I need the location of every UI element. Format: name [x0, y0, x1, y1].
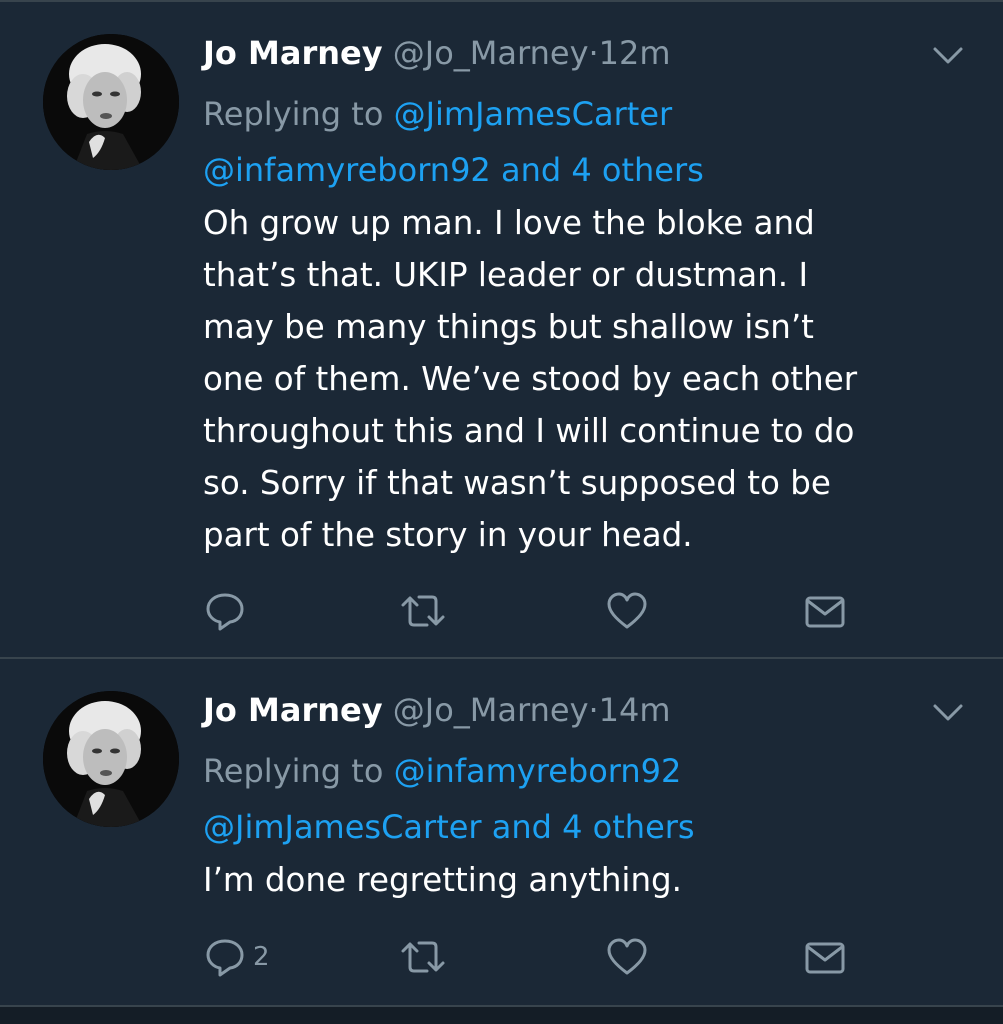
mention-link[interactable]: @infamyreborn92 — [394, 752, 682, 790]
display-name[interactable]: Jo Marney — [203, 691, 383, 729]
avatar[interactable] — [43, 34, 179, 170]
timestamp[interactable]: 14m — [599, 691, 671, 729]
timestamp[interactable]: 12m — [599, 34, 671, 72]
display-name[interactable]: Jo Marney — [203, 34, 383, 72]
tweet-actions: 2 — [203, 933, 863, 981]
tweet-text: I’m done regretting anything. — [203, 854, 973, 906]
replying-to: Replying to @JimJamesCarter @infamyrebor… — [203, 86, 704, 198]
tweet-actions — [203, 587, 863, 635]
mention-link[interactable]: @JimJamesCarter — [394, 95, 673, 133]
user-handle[interactable]: @Jo_Marney — [393, 34, 589, 72]
retweet-button[interactable] — [399, 587, 447, 635]
tweet-divider — [0, 1005, 1003, 1007]
replying-to-label: Replying to — [203, 95, 384, 133]
dm-icon — [805, 596, 845, 628]
mention-link[interactable]: @JimJamesCarter — [203, 808, 482, 846]
tweet-text-line: Oh grow up man. I love the bloke and — [203, 204, 815, 242]
like-icon — [607, 592, 647, 629]
tweet-text-line: that’s that. UKIP leader or dustman. I — [203, 256, 809, 294]
tweet-text-line: throughout this and I will continue to d… — [203, 412, 855, 450]
avatar-image — [43, 34, 179, 170]
and-label[interactable]: and — [501, 151, 561, 189]
tweet-header: Jo Marney @Jo_Marney·12m — [203, 30, 671, 76]
retweet-icon — [401, 595, 445, 627]
direct-message-button[interactable] — [803, 933, 847, 981]
tweet-header: Jo Marney @Jo_Marney·14m — [203, 687, 671, 733]
avatar-image — [43, 691, 179, 827]
like-icon — [607, 938, 647, 975]
reply-icon — [206, 593, 244, 631]
others-link[interactable]: 4 others — [562, 808, 694, 846]
dm-icon — [805, 942, 845, 974]
user-handle[interactable]: @Jo_Marney — [393, 691, 589, 729]
like-button[interactable] — [605, 933, 649, 981]
tweet[interactable]: Jo Marney @Jo_Marney·14m Replying to @in… — [0, 659, 1003, 1005]
chevron-down-icon[interactable] — [930, 697, 966, 727]
like-button[interactable] — [605, 587, 649, 635]
tweet-text-line: one of them. We’ve stood by each other — [203, 360, 858, 398]
tweet-text-line: part of the story in your head. — [203, 516, 693, 554]
tweet-text-line: so. Sorry if that wasn’t supposed to be — [203, 464, 831, 502]
replying-to: Replying to @infamyreborn92 @JimJamesCar… — [203, 743, 695, 855]
mention-link[interactable]: @infamyreborn92 — [203, 151, 491, 189]
reply-button[interactable]: 2 — [203, 933, 270, 981]
tweet[interactable]: Jo Marney @Jo_Marney·12m Replying to @Ji… — [0, 2, 1003, 657]
separator-dot: · — [588, 691, 599, 729]
tweet-text: Oh grow up man. I love the bloke and tha… — [203, 197, 973, 561]
reply-button[interactable] — [203, 587, 253, 635]
others-link[interactable]: 4 others — [571, 151, 703, 189]
replying-to-label: Replying to — [203, 752, 384, 790]
reply-count: 2 — [253, 942, 270, 972]
chevron-down-icon[interactable] — [930, 40, 966, 70]
retweet-button[interactable] — [399, 933, 447, 981]
and-label[interactable]: and — [492, 808, 552, 846]
separator-dot: · — [588, 34, 599, 72]
reply-icon — [206, 939, 244, 977]
avatar[interactable] — [43, 691, 179, 827]
direct-message-button[interactable] — [803, 587, 847, 635]
tweet-text-line: I’m done regretting anything. — [203, 861, 683, 899]
tweet-text-line: may be many things but shallow isn’t — [203, 308, 814, 346]
retweet-icon — [401, 941, 445, 973]
